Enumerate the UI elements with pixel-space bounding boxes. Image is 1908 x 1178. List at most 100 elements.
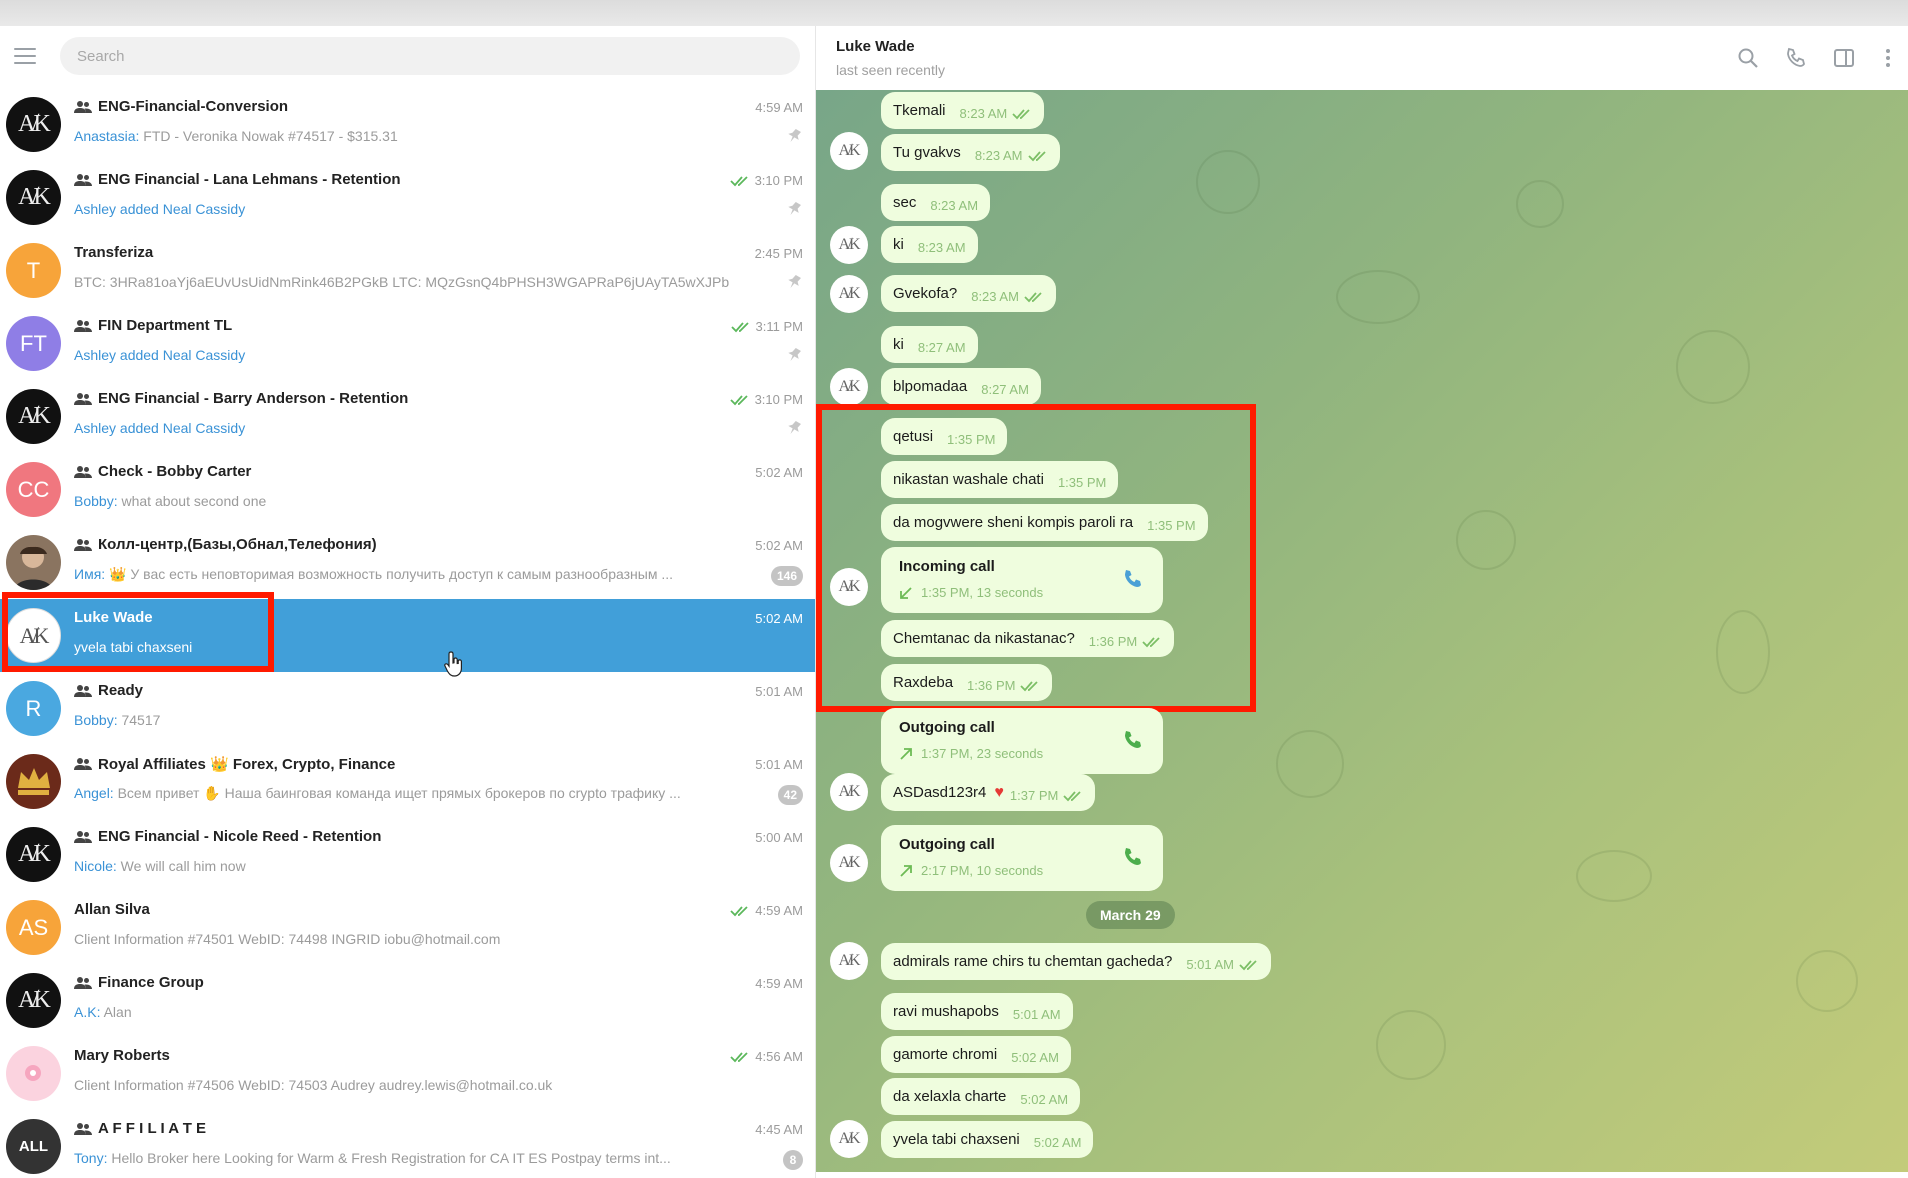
chat-title: ENG Financial - Nicole Reed - Retention	[98, 828, 382, 845]
message-text: Gvekofa?	[893, 285, 958, 302]
hamburger-menu-icon[interactable]	[14, 48, 36, 64]
chat-item-transferiza[interactable]: T Transferiza 2:45 PM BTC: 3HRa81oaYj6aE…	[0, 234, 815, 307]
chat-item-mary-roberts[interactable]: Mary Roberts 4:56 AM Client Information …	[0, 1037, 815, 1110]
chat-sender: Tony:	[74, 1150, 108, 1166]
chat-time: 5:00 AM	[755, 830, 803, 845]
chat-time: 5:01 AM	[755, 684, 803, 699]
chat-item-finance-group[interactable]: A̸K Finance Group 4:59 AM A.K: Alan	[0, 964, 815, 1037]
double-check-icon	[729, 394, 748, 405]
double-check-icon	[730, 905, 748, 916]
sender-avatar[interactable]: A̸K	[830, 132, 868, 170]
chat-preview: Hello Broker here Looking for Warm & Fre…	[107, 1150, 671, 1166]
message-bubble[interactable]: admirals rame chirs tu chemtan gacheda? 5…	[881, 943, 1272, 980]
chat-time: 5:02 AM	[755, 538, 803, 553]
chat-avatar: ALL	[6, 1119, 61, 1174]
person-photo-icon	[14, 546, 53, 590]
chat-title: Royal Affiliates 👑 Forex, Crypto, Financ…	[98, 756, 396, 773]
sender-avatar[interactable]: A̸K	[830, 773, 868, 811]
chat-item-ready[interactable]: R Ready 5:01 AM Bobby: 74517	[0, 672, 815, 745]
chat-item-affiliate[interactable]: ALL A F F I L I A T E 4:45 AM Tony: Hell…	[0, 1110, 815, 1178]
message-bubble[interactable]: ki 8:27 AM	[881, 326, 978, 363]
message-bubble[interactable]: Tu gvakvs 8:23 AM	[881, 134, 1060, 171]
sender-avatar[interactable]: A̸K	[830, 1120, 868, 1158]
call-bubble-outgoing[interactable]: Outgoing call 1:37 PM, 23 seconds	[881, 708, 1163, 774]
group-icon	[74, 100, 92, 113]
chat-avatar: T	[6, 243, 61, 298]
unread-badge: 42	[777, 785, 803, 805]
phone-call-icon[interactable]	[1784, 46, 1808, 70]
message-time: 5:01 AM	[1012, 1007, 1061, 1022]
message-time: 8:23 AM	[974, 148, 1023, 163]
message-bubble[interactable]: gamorte chromi 5:02 AM	[881, 1036, 1071, 1073]
call-bubble-outgoing[interactable]: Outgoing call 2:17 PM, 10 seconds	[881, 825, 1163, 891]
chat-sender: Ashley added Neal Cassidy	[74, 420, 246, 436]
chat-sender: A.K:	[74, 1004, 101, 1020]
chat-time: 4:59 AM	[755, 976, 803, 991]
unread-badge: 8	[783, 1150, 803, 1170]
background-doodle	[1276, 730, 1344, 798]
message-bubble[interactable]: blpomadaa 8:27 AM	[881, 368, 1041, 405]
flower-avatar-icon	[25, 1065, 41, 1081]
search-input[interactable]	[60, 37, 800, 75]
double-check-icon	[730, 1051, 748, 1062]
chat-sender: Angel:	[74, 785, 114, 801]
chat-item-allan-silva[interactable]: AS Allan Silva 4:59 AM Client Informatio…	[0, 891, 815, 964]
chat-item-fin-department-tl[interactable]: FT FIN Department TL 3:11 PM Ashley adde…	[0, 307, 815, 380]
chat-preview: FTD - Veronika Nowak #74517 - $315.31	[139, 128, 398, 144]
chat-preview: BTC: 3HRa81oaYj6aEUvUsUidNmRink46B2PGkB …	[74, 274, 730, 290]
background-doodle	[1516, 180, 1564, 228]
chat-title: Mary Roberts	[74, 1047, 170, 1064]
chat-avatar: R	[6, 681, 61, 736]
message-bubble[interactable]: yvela tabi chaxseni 5:02 AM	[881, 1121, 1094, 1158]
chat-item-royal-affiliates[interactable]: Royal Affiliates 👑 Forex, Crypto, Financ…	[0, 745, 815, 818]
background-doodle	[1336, 270, 1420, 324]
heart-reaction-icon[interactable]: ♥	[994, 784, 1004, 802]
double-check-icon	[730, 321, 749, 332]
sender-avatar[interactable]: A̸K	[830, 275, 868, 313]
search-icon[interactable]	[1736, 46, 1760, 70]
call-meta: 2:17 PM, 10 seconds	[921, 863, 1044, 878]
message-bubble[interactable]: Tkemali 8:23 AM	[881, 92, 1045, 129]
message-bubble[interactable]: da xelaxla charte 5:02 AM	[881, 1078, 1081, 1115]
chat-item-eng-financial-lana-lehmans[interactable]: A̸K ENG Financial - Lana Lehmans - Reten…	[0, 161, 815, 234]
chat-title: Колл-центр,(Базы,Обнал,Телефония)	[98, 536, 377, 553]
sender-avatar[interactable]: A̸K	[830, 368, 868, 406]
message-text: Tu gvakvs	[893, 144, 961, 161]
chat-item-eng-financial-nicole-reed[interactable]: A̸K ENG Financial - Nicole Reed - Retent…	[0, 818, 815, 891]
sender-avatar[interactable]: A̸K	[830, 226, 868, 264]
pin-icon	[788, 274, 801, 289]
phone-icon[interactable]	[1121, 728, 1145, 752]
outgoing-arrow-icon	[900, 747, 912, 760]
chat-sender: Anastasia:	[74, 128, 140, 144]
chat-item-call-center[interactable]: Колл-центр,(Базы,Обнал,Телефония) 5:02 A…	[0, 526, 815, 599]
chat-preview: Всем привет ✋ Наша баинговая команда ище…	[113, 785, 681, 801]
peer-name[interactable]: Luke Wade	[836, 38, 915, 55]
sidebar-toggle-icon[interactable]	[1832, 46, 1856, 70]
message-text: ki	[893, 236, 904, 253]
message-bubble[interactable]: ravi mushapobs 5:01 AM	[881, 993, 1073, 1030]
message-time: 1:37 PM	[1009, 788, 1059, 803]
message-bubble[interactable]: ASDasd123r4 ♥ 1:37 PM	[881, 774, 1096, 811]
message-time: 5:01 AM	[1186, 957, 1235, 972]
chat-title: Ready	[98, 682, 144, 699]
message-bubble[interactable]: Gvekofa? 8:23 AM	[881, 275, 1056, 312]
chat-avatar	[6, 1046, 61, 1101]
phone-icon[interactable]	[1121, 845, 1145, 869]
more-options-icon[interactable]	[1876, 46, 1900, 70]
message-text: yvela tabi chaxseni	[893, 1131, 1020, 1148]
chat-preview: Client Information #74501 WebID: 74498 I…	[74, 931, 501, 947]
chat-sender: Bobby:	[74, 493, 118, 509]
sender-avatar[interactable]: A̸K	[830, 844, 868, 882]
sender-avatar[interactable]: A̸K	[830, 942, 868, 980]
chat-time: 3:10 PM	[754, 173, 803, 188]
chat-item-eng-financial-barry-anderson[interactable]: A̸K ENG Financial - Barry Anderson - Ret…	[0, 380, 815, 453]
message-bubble[interactable]: ki 8:23 AM	[881, 226, 978, 263]
chat-avatar: A̸K	[6, 97, 61, 152]
chat-preview: We will call him now	[116, 858, 246, 874]
message-bubble[interactable]: sec 8:23 AM	[881, 184, 991, 221]
chat-title: ENG Financial - Lana Lehmans - Retention	[98, 171, 401, 188]
message-area[interactable]: Tkemali 8:23 AM A̸K Tu gvakvs 8:23 AM sec 8…	[816, 90, 1908, 1172]
chat-title: Finance Group	[98, 974, 204, 991]
chat-item-eng-financial-conversion[interactable]: A̸K ENG-Financial-Conversion 4:59 AM Ana…	[0, 88, 815, 161]
chat-item-check-bobby-carter[interactable]: CC Check - Bobby Carter 5:02 AM Bobby: w…	[0, 453, 815, 526]
